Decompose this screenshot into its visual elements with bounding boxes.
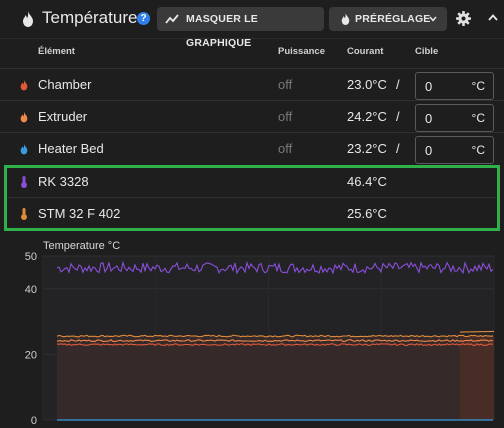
heater-current-temp: 23.2°C	[347, 141, 387, 156]
thermometer-icon	[21, 176, 27, 188]
column-header-power: Puissance	[278, 46, 325, 57]
flame-icon-shape	[20, 79, 28, 91]
panel-header: Température ? MASQUER LE GRAPHIQUE PRÉRÉ…	[0, 0, 504, 49]
column-header-target: Cible	[415, 46, 439, 57]
chart-series-line	[459, 330, 495, 333]
temperature-chart: 0 20 40 50	[25, 252, 495, 427]
chart-series-area	[57, 336, 494, 420]
chevron-down-icon	[429, 16, 437, 22]
target-temp-unit: °C	[471, 111, 485, 125]
preset-button[interactable]: PRÉRÉGLAGE	[329, 7, 447, 31]
sensor-name: RK 3328	[38, 174, 89, 189]
flame-icon	[20, 79, 28, 91]
chart-line-icon	[165, 14, 179, 24]
column-header-current: Courant	[347, 46, 384, 57]
flame-icon-shape	[20, 143, 28, 155]
target-temp-value: 0	[425, 143, 433, 158]
target-temp-input[interactable]: 0 °C	[415, 72, 494, 100]
chart-y-tick-label: 50	[25, 252, 37, 263]
heater-power: off	[278, 141, 293, 156]
panel-title: Température	[42, 8, 138, 27]
sensor-current-temp: 25.6°C	[347, 206, 387, 221]
heater-current-temp: 24.2°C	[347, 109, 387, 124]
flame-icon	[20, 111, 28, 123]
column-header-element: Élément	[38, 46, 75, 57]
target-temp-value: 0	[425, 79, 433, 94]
help-icon[interactable]: ?	[137, 12, 150, 25]
sensor-current-temp: 46.4°C	[347, 174, 387, 189]
target-temp-unit: °C	[471, 79, 485, 93]
gear-icon[interactable]	[456, 11, 471, 26]
thermometer-icon-shape	[21, 208, 27, 220]
thermometer-icon	[21, 208, 27, 220]
table-row: Heater Bed off 23.2°C / 0 °C	[0, 133, 504, 165]
flame-icon	[341, 13, 350, 25]
flame-icon	[23, 11, 33, 27]
temp-separator: /	[396, 77, 400, 92]
chart-y-tick-label: 0	[31, 415, 37, 427]
preset-label: PRÉRÉGLAGE	[355, 13, 431, 25]
chart-y-tick-label: 20	[25, 349, 37, 361]
sensor-row: RK 3328 46.4°C	[0, 166, 504, 198]
temp-separator: /	[396, 109, 400, 124]
heater-power: off	[278, 109, 293, 124]
flame-icon	[20, 143, 28, 155]
thermometer-icon-shape	[21, 176, 27, 188]
chart-y-axis-title: Temperature °C	[43, 240, 121, 252]
target-temp-value: 0	[425, 111, 433, 126]
heater-power: off	[278, 77, 293, 92]
chart-series-area	[460, 336, 494, 420]
heater-name: Heater Bed	[38, 141, 104, 156]
heater-name: Chamber	[38, 77, 92, 92]
sensor-row: STM 32 F 402 25.6°C	[0, 198, 504, 230]
table-row: Extruder off 24.2°C / 0 °C	[0, 101, 504, 133]
table-row: Chamber off 23.0°C / 0 °C	[0, 69, 504, 101]
heater-name: Extruder	[38, 109, 88, 124]
hide-graph-button[interactable]: MASQUER LE GRAPHIQUE	[157, 7, 324, 49]
target-temp-unit: °C	[471, 143, 485, 157]
target-temp-input[interactable]: 0 °C	[415, 136, 494, 164]
sensor-name: STM 32 F 402	[38, 206, 121, 221]
temp-separator: /	[396, 141, 400, 156]
heater-current-temp: 23.0°C	[347, 77, 387, 92]
target-temp-input[interactable]: 0 °C	[415, 104, 494, 132]
flame-icon-shape	[20, 111, 28, 123]
chart-y-tick-label: 40	[25, 284, 37, 296]
collapse-chevron-icon[interactable]	[488, 14, 498, 21]
